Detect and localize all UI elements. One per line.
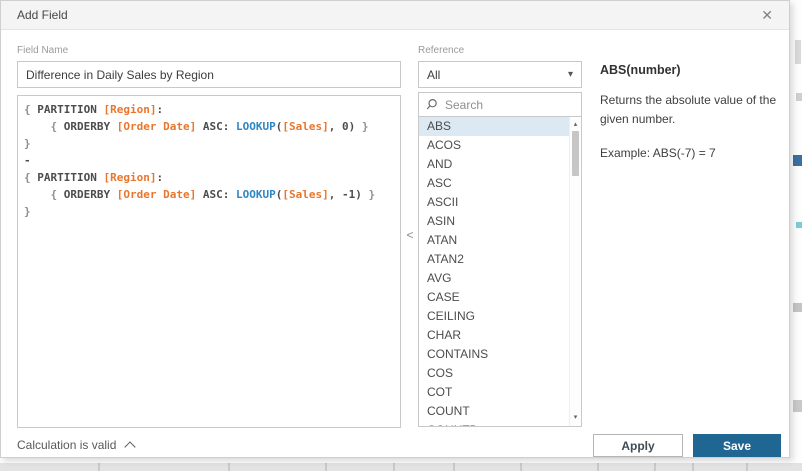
background-fragment: [793, 400, 802, 412]
function-search[interactable]: [418, 92, 582, 117]
function-item[interactable]: ATAN2: [419, 250, 569, 269]
code-line: { PARTITION [Region]:: [24, 101, 394, 118]
scrollbar-thumb[interactable]: [572, 131, 579, 176]
calculation-editor[interactable]: { PARTITION [Region]: { ORDERBY [Order D…: [17, 95, 401, 428]
dialog-title: Add Field: [17, 8, 68, 22]
background-table-band: [0, 463, 802, 471]
background-grid-line: [393, 463, 395, 471]
screen: Add Field ✕ Field Name { PARTITION [Regi…: [0, 0, 802, 471]
scroll-down-icon[interactable]: ▾: [570, 413, 581, 423]
background-grid-line: [654, 463, 656, 471]
function-list-scrollbar[interactable]: ▴ ▾: [569, 117, 581, 426]
dialog-header: Add Field ✕: [1, 1, 789, 30]
function-list: ABSACOSANDASCASCIIASINATANATAN2AVGCASECE…: [418, 116, 582, 427]
function-item[interactable]: COS: [419, 364, 569, 383]
code-line: }: [24, 135, 394, 152]
search-icon: [425, 98, 438, 111]
background-grid-line: [98, 463, 100, 471]
field-name-label: Field Name: [17, 45, 68, 56]
function-item[interactable]: CASE: [419, 288, 569, 307]
function-item[interactable]: COUNT: [419, 402, 569, 421]
function-item[interactable]: CONTAINS: [419, 345, 569, 364]
chevron-up-icon: [125, 441, 136, 452]
background-grid-line: [453, 463, 455, 471]
function-item[interactable]: CHAR: [419, 326, 569, 345]
function-item[interactable]: ABS: [419, 117, 569, 136]
code-line: { ORDERBY [Order Date] ASC: LOOKUP([Sale…: [24, 118, 394, 135]
function-item[interactable]: ASCII: [419, 193, 569, 212]
calculation-status[interactable]: Calculation is valid: [17, 438, 134, 452]
field-name-input[interactable]: [17, 61, 401, 88]
function-item[interactable]: ASC: [419, 174, 569, 193]
code-line: -: [24, 152, 394, 169]
function-item[interactable]: AND: [419, 155, 569, 174]
collapse-panel-icon[interactable]: <: [403, 227, 417, 243]
background-grid-line: [325, 463, 327, 471]
scroll-up-icon[interactable]: ▴: [570, 120, 581, 130]
reference-dropdown[interactable]: All ▾: [418, 61, 582, 88]
background-fragment: [793, 303, 802, 312]
function-description: Returns the absolute value of the given …: [600, 91, 794, 129]
calculation-status-text: Calculation is valid: [17, 438, 116, 452]
function-item[interactable]: CEILING: [419, 307, 569, 326]
function-item[interactable]: ASIN: [419, 212, 569, 231]
background-fragment: [796, 93, 802, 101]
background-fragment: [793, 155, 802, 166]
function-item[interactable]: AVG: [419, 269, 569, 288]
code-line: { ORDERBY [Order Date] ASC: LOOKUP([Sale…: [24, 186, 394, 203]
function-example: Example: ABS(-7) = 7: [600, 144, 794, 163]
reference-selected-value: All: [427, 68, 440, 82]
background-fragment: [796, 222, 802, 228]
function-item[interactable]: ATAN: [419, 231, 569, 250]
function-item[interactable]: COT: [419, 383, 569, 402]
close-icon[interactable]: ✕: [759, 6, 775, 24]
add-field-dialog: Add Field ✕ Field Name { PARTITION [Regi…: [0, 0, 790, 458]
background-grid-line: [746, 463, 748, 471]
function-description-panel: ABS(number) Returns the absolute value o…: [600, 63, 794, 163]
function-item[interactable]: COUNTD: [419, 421, 569, 427]
search-input[interactable]: [445, 98, 575, 112]
apply-button[interactable]: Apply: [593, 434, 683, 457]
save-button[interactable]: Save: [693, 434, 781, 457]
background-grid-line: [520, 463, 522, 471]
background-fragment: [795, 40, 801, 64]
code-line: }: [24, 203, 394, 220]
background-grid-line: [692, 463, 694, 471]
function-item[interactable]: ACOS: [419, 136, 569, 155]
background-grid-line: [228, 463, 230, 471]
chevron-down-icon: ▾: [568, 69, 573, 80]
code-line: { PARTITION [Region]:: [24, 169, 394, 186]
reference-label: Reference: [418, 45, 464, 56]
function-signature: ABS(number): [600, 63, 794, 77]
background-grid-line: [597, 463, 599, 471]
